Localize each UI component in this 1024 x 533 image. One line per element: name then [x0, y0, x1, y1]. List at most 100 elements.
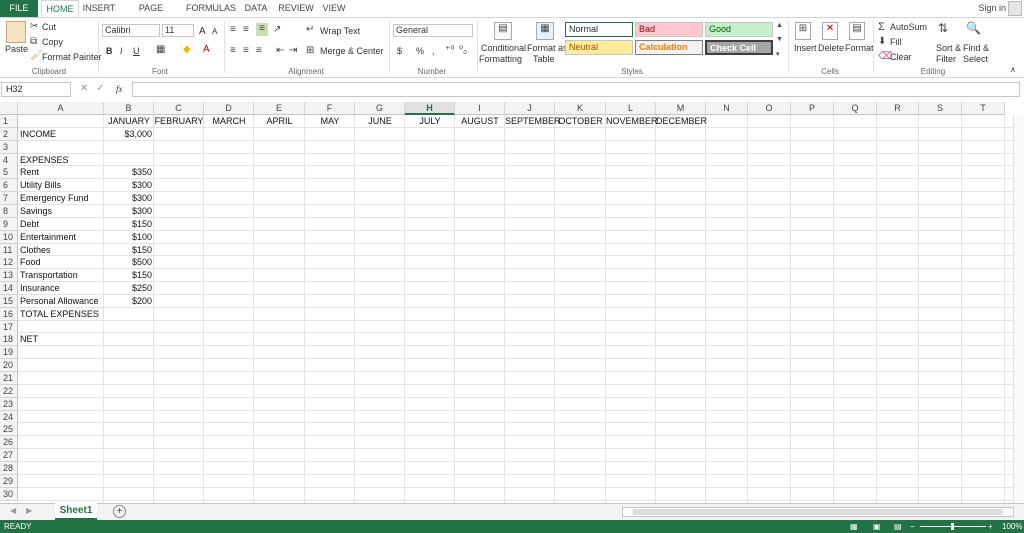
- autosum-button[interactable]: AutoSum: [890, 22, 927, 32]
- cell-expense-value[interactable]: $150: [105, 244, 152, 257]
- cell-income-value[interactable]: $3,000: [105, 128, 152, 141]
- column-header-j[interactable]: J: [505, 102, 555, 115]
- wrap-text-icon[interactable]: ↵: [306, 24, 314, 35]
- conditional-formatting-button[interactable]: Conditional: [481, 43, 526, 53]
- normal-view-icon[interactable]: ▦: [850, 520, 858, 533]
- row-header-11[interactable]: 11: [0, 243, 18, 257]
- cell-month-header[interactable]: OCTOBER: [555, 115, 606, 128]
- cell-expense-name[interactable]: Utility Bills: [20, 179, 61, 192]
- column-header-q[interactable]: Q: [834, 102, 877, 115]
- column-header-b[interactable]: B: [104, 102, 154, 115]
- orientation-icon[interactable]: ↗: [273, 24, 281, 35]
- cell-income-label[interactable]: INCOME: [20, 128, 56, 141]
- row-header-17[interactable]: 17: [0, 320, 18, 334]
- row-header-3[interactable]: 3: [0, 140, 18, 154]
- row-header-29[interactable]: 29: [0, 474, 18, 488]
- cut-button[interactable]: Cut: [42, 22, 56, 32]
- tab-view[interactable]: VIEW: [320, 0, 348, 17]
- cell-expense-name[interactable]: Transportation: [20, 269, 78, 282]
- row-header-16[interactable]: 16: [0, 307, 18, 321]
- autosum-icon[interactable]: Σ: [878, 21, 885, 33]
- column-header-e[interactable]: E: [254, 102, 305, 115]
- cell-expense-value[interactable]: $250: [105, 282, 152, 295]
- currency-button[interactable]: $: [397, 46, 402, 56]
- horizontal-scroll-thumb[interactable]: [633, 509, 1003, 515]
- cell-expense-value[interactable]: $350: [105, 166, 152, 179]
- row-header-21[interactable]: 21: [0, 372, 18, 385]
- new-sheet-icon[interactable]: +: [113, 505, 126, 518]
- row-header-4[interactable]: 4: [0, 153, 18, 167]
- decrease-indent-icon[interactable]: ⇤: [276, 45, 284, 56]
- row-header-28[interactable]: 28: [0, 461, 18, 475]
- cell-expense-name[interactable]: Debt: [20, 218, 39, 231]
- row-header-10[interactable]: 10: [0, 230, 18, 244]
- find-select-button[interactable]: Find &: [963, 43, 989, 53]
- fill-icon[interactable]: ⬇: [878, 36, 886, 47]
- prev-sheet-icon[interactable]: ◀: [10, 506, 16, 515]
- cell-total-expenses-label[interactable]: TOTAL EXPENSES: [20, 308, 99, 321]
- row-header-12[interactable]: 12: [0, 256, 18, 270]
- user-avatar-icon[interactable]: [1008, 1, 1022, 16]
- zoom-slider-thumb[interactable]: [951, 523, 954, 530]
- bold-button[interactable]: B: [106, 46, 113, 56]
- copy-icon[interactable]: ⧉: [30, 36, 37, 47]
- paste-button[interactable]: Paste: [5, 44, 28, 54]
- cell-expense-value[interactable]: $150: [105, 269, 152, 282]
- style-neutral[interactable]: Neutral: [565, 40, 633, 55]
- row-header-14[interactable]: 14: [0, 282, 18, 296]
- column-header-c[interactable]: C: [154, 102, 204, 115]
- column-header-l[interactable]: L: [606, 102, 656, 115]
- number-format-select[interactable]: General: [393, 24, 473, 37]
- cell-month-header[interactable]: JANUARY: [104, 115, 154, 128]
- cell-expense-value[interactable]: $100: [105, 231, 152, 244]
- row-header-26[interactable]: 26: [0, 436, 18, 450]
- align-center-icon[interactable]: ≡: [243, 45, 249, 56]
- font-size-select[interactable]: 11: [162, 24, 194, 37]
- tab-home[interactable]: HOME: [41, 0, 79, 17]
- insert-cells-icon[interactable]: ⊞: [795, 22, 811, 40]
- style-calculation[interactable]: Calculation: [635, 40, 703, 55]
- decrease-decimal-icon[interactable]: ⁰₀: [459, 45, 467, 56]
- format-cells-button[interactable]: Format: [845, 43, 874, 53]
- column-header-t[interactable]: T: [962, 102, 1005, 115]
- format-painter-icon[interactable]: 🖌: [30, 50, 43, 61]
- row-header-25[interactable]: 25: [0, 423, 18, 437]
- column-header-n[interactable]: N: [706, 102, 748, 115]
- cell-month-header[interactable]: JUNE: [355, 115, 405, 128]
- column-header-g[interactable]: G: [355, 102, 405, 115]
- format-cells-icon[interactable]: ▤: [849, 22, 865, 40]
- cell-month-header[interactable]: SEPTEMBER: [505, 115, 561, 128]
- cell-expense-value[interactable]: $300: [105, 179, 152, 192]
- page-layout-view-icon[interactable]: ▣: [873, 520, 881, 533]
- comma-button[interactable]: ,: [432, 46, 435, 56]
- tab-data[interactable]: DATA: [240, 0, 272, 17]
- format-painter-button[interactable]: Format Painter: [42, 52, 102, 62]
- cell-month-header[interactable]: FEBRUARY: [154, 115, 204, 128]
- style-normal[interactable]: Normal: [565, 22, 633, 37]
- sign-in-link[interactable]: Sign in: [978, 0, 1006, 17]
- collapse-ribbon-icon[interactable]: ∧: [1010, 65, 1016, 74]
- column-header-i[interactable]: I: [455, 102, 505, 115]
- row-header-13[interactable]: 13: [0, 269, 18, 283]
- format-as-table-icon[interactable]: ▦: [536, 22, 554, 40]
- merge-center-button[interactable]: Merge & Center: [320, 46, 384, 56]
- zoom-in-icon[interactable]: +: [988, 520, 993, 533]
- cell-expense-name[interactable]: Food: [20, 256, 41, 269]
- row-header-6[interactable]: 6: [0, 179, 18, 193]
- horizontal-scrollbar[interactable]: [622, 507, 1014, 517]
- styles-scroll-up-icon[interactable]: ▲: [776, 22, 783, 29]
- name-box[interactable]: H32: [1, 82, 71, 97]
- font-color-icon[interactable]: A: [203, 44, 210, 55]
- select-all-corner[interactable]: [0, 102, 18, 115]
- align-top-icon[interactable]: ≡: [230, 24, 236, 35]
- row-header-7[interactable]: 7: [0, 192, 18, 206]
- cell-expense-name[interactable]: Emergency Fund: [20, 192, 89, 205]
- column-header-h[interactable]: H: [405, 102, 455, 115]
- delete-cells-icon[interactable]: ✕: [822, 22, 838, 40]
- enter-entry-icon[interactable]: ✓: [96, 83, 104, 94]
- column-header-s[interactable]: S: [919, 102, 962, 115]
- align-middle-icon[interactable]: ≡: [243, 24, 249, 35]
- row-header-1[interactable]: 1: [0, 115, 18, 128]
- paste-icon[interactable]: [6, 21, 26, 43]
- column-header-o[interactable]: O: [748, 102, 791, 115]
